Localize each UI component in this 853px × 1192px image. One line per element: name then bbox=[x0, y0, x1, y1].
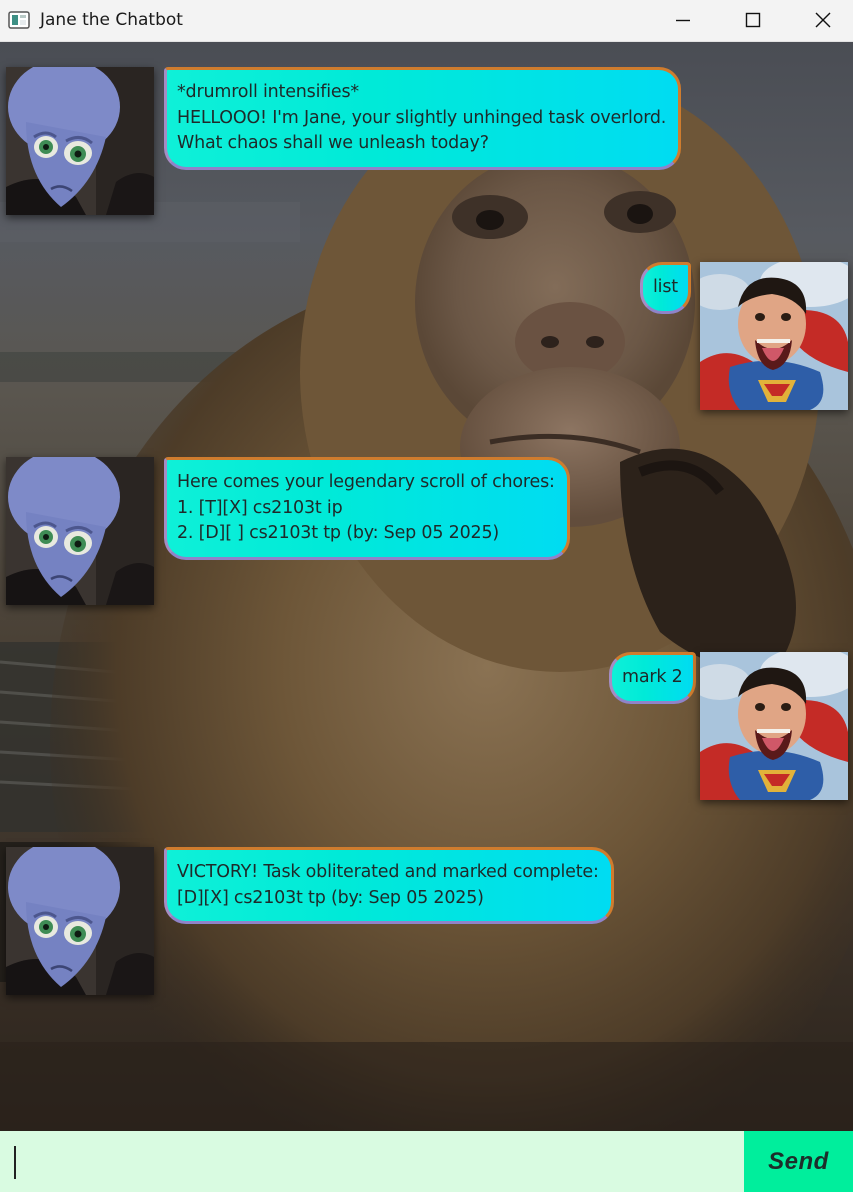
message-input[interactable] bbox=[0, 1131, 744, 1192]
message-line: VICTORY! Task obliterated and marked com… bbox=[177, 862, 599, 882]
bot-message-bubble: *drumroll intensifies* HELLOOO! I'm Jane… bbox=[164, 67, 682, 170]
message-line: list bbox=[653, 277, 678, 297]
superman-avatar bbox=[700, 262, 848, 410]
bot-message-bubble: Here comes your legendary scroll of chor… bbox=[164, 457, 570, 560]
user-avatar bbox=[700, 262, 848, 410]
message-line: What chaos shall we unleash today? bbox=[177, 133, 489, 153]
send-button[interactable]: Send bbox=[744, 1131, 853, 1192]
text-caret bbox=[14, 1146, 16, 1179]
input-bar: Send bbox=[0, 1131, 853, 1192]
maximize-button[interactable] bbox=[728, 0, 778, 40]
bot-avatar bbox=[6, 67, 154, 215]
user-message-bubble: list bbox=[640, 262, 691, 314]
superman-avatar bbox=[700, 652, 848, 800]
message-line: HELLOOO! I'm Jane, your slightly unhinge… bbox=[177, 107, 667, 128]
bot-avatar bbox=[6, 457, 154, 605]
message-line: [D][X] cs2103t tp (by: Sep 05 2025) bbox=[177, 887, 484, 908]
megamind-avatar bbox=[6, 67, 154, 215]
user-avatar bbox=[700, 652, 848, 800]
message-line: Here comes your legendary scroll of chor… bbox=[177, 472, 555, 492]
maximize-icon bbox=[745, 12, 761, 28]
message-line: 1. [T][X] cs2103t ip bbox=[177, 497, 343, 518]
bot-message-bubble: VICTORY! Task obliterated and marked com… bbox=[164, 847, 614, 924]
close-button[interactable] bbox=[798, 0, 848, 40]
bot-avatar bbox=[6, 847, 154, 995]
minimize-button[interactable] bbox=[658, 0, 708, 40]
message-line: *drumroll intensifies* bbox=[177, 82, 359, 102]
send-button-label: Send bbox=[768, 1147, 829, 1175]
minimize-icon bbox=[676, 19, 690, 22]
megamind-avatar bbox=[6, 847, 154, 995]
close-icon bbox=[815, 12, 831, 28]
user-message-bubble: mark 2 bbox=[609, 652, 696, 704]
title-bar: Jane the Chatbot bbox=[0, 0, 853, 42]
window-title: Jane the Chatbot bbox=[40, 10, 183, 30]
message-line: mark 2 bbox=[622, 667, 683, 687]
app-window-icon bbox=[8, 11, 30, 29]
megamind-avatar bbox=[6, 457, 154, 605]
message-line: 2. [D][ ] cs2103t tp (by: Sep 05 2025) bbox=[177, 523, 500, 543]
